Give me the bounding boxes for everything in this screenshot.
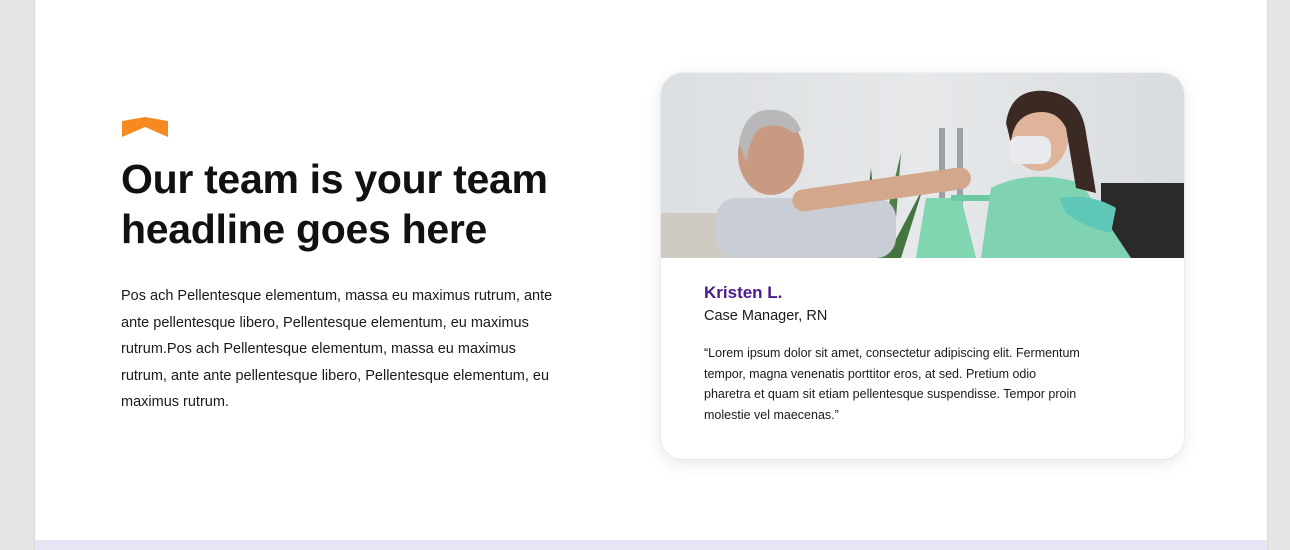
section-headline: Our team is your team headline goes here	[121, 156, 548, 252]
caregiver-patient-photo	[661, 73, 1184, 258]
testimonial-name: Kristen L.	[704, 283, 783, 302]
section-body-text: Pos ach Pellentesque elementum, massa eu…	[121, 288, 553, 410]
page-canvas: Our team is your team headline goes here…	[34, 0, 1268, 550]
next-section-band	[35, 540, 1267, 550]
testimonial-card: Kristen L. Case Manager, RN “Lorem ipsum…	[661, 73, 1184, 459]
testimonial-quote: “Lorem ipsum dolor sit amet, consectetur…	[704, 346, 1080, 422]
testimonial-role: Case Manager, RN	[704, 308, 828, 324]
brand-accent-icon	[122, 117, 168, 137]
